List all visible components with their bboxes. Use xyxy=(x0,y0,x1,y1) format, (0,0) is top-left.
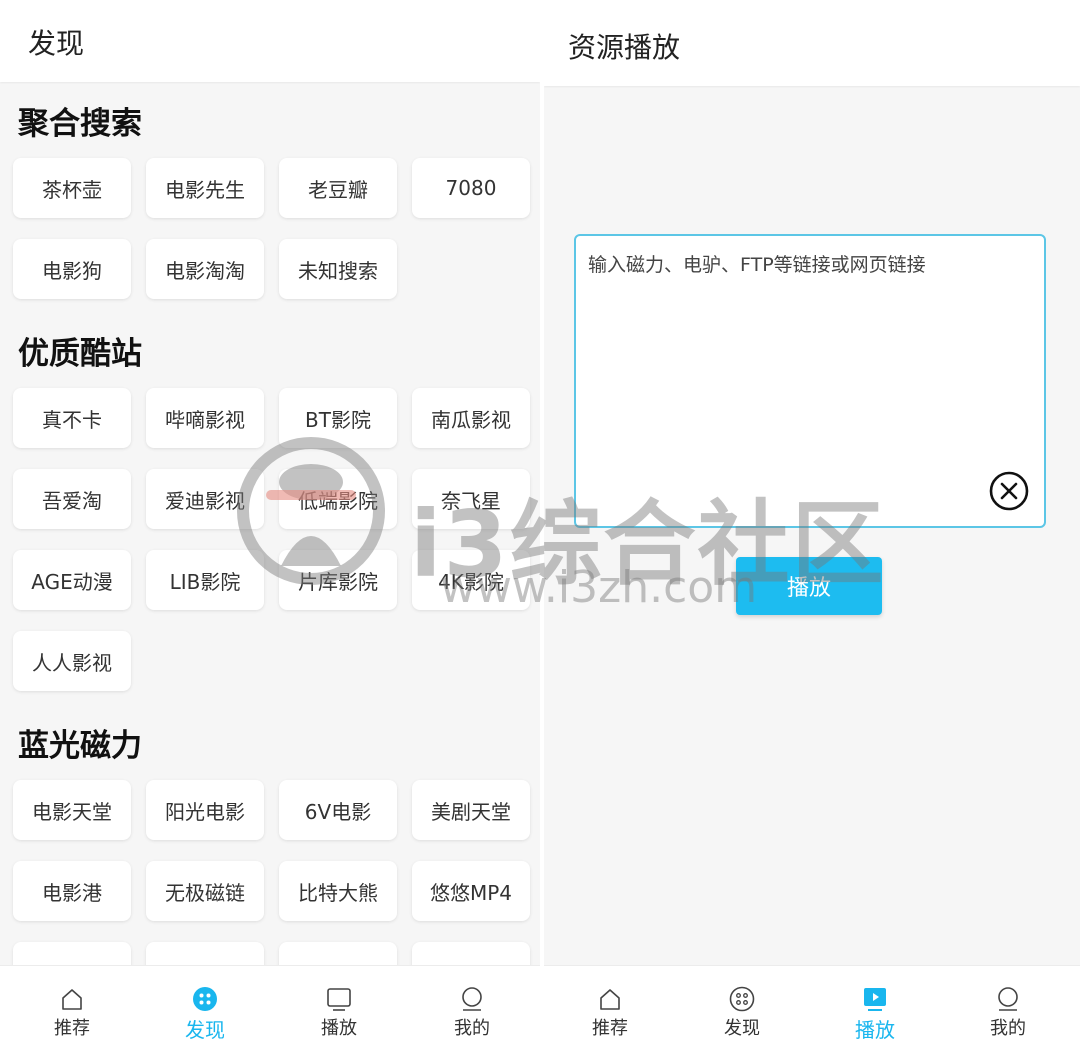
site-chip[interactable]: 4K影院 xyxy=(412,550,530,610)
site-chip[interactable]: 奈飞星 xyxy=(412,469,530,529)
play-button[interactable]: 播放 xyxy=(736,557,882,615)
site-chip[interactable]: 低端影院 xyxy=(279,469,397,529)
site-chip[interactable]: 哔嘀影视 xyxy=(146,388,264,448)
nav-item-play[interactable]: 播放 xyxy=(279,974,399,1046)
site-chip[interactable]: 电影先生 xyxy=(146,158,264,218)
page-title: 资源播放 xyxy=(568,31,681,64)
section-title-quality-sites: 优质酷站 xyxy=(18,336,142,372)
page-title: 发现 xyxy=(28,27,85,60)
clear-icon[interactable] xyxy=(988,470,1030,512)
site-chip[interactable]: 人人影视 xyxy=(13,631,131,691)
home-icon xyxy=(62,989,82,1010)
nav-label: 播放 xyxy=(855,1018,895,1042)
discover-screen: 发现 聚合搜索 茶杯壶 电影先生 老豆瓣 7080 电影狗 电影淘淘 未知搜索 … xyxy=(0,0,540,1051)
nav-item-play[interactable]: 播放 xyxy=(815,974,935,1046)
site-chip[interactable]: 吾爱淘 xyxy=(13,469,131,529)
profile-icon xyxy=(462,987,482,1011)
site-chip[interactable]: 老豆瓣 xyxy=(279,158,397,218)
nav-item-discover[interactable]: 发现 xyxy=(682,974,802,1046)
site-chip[interactable]: 7080 xyxy=(412,158,530,218)
nav-label: 我的 xyxy=(454,1018,490,1039)
nav-item-mine[interactable]: 我的 xyxy=(412,974,532,1046)
site-chip[interactable]: 未知搜索 xyxy=(279,239,397,299)
nav-label: 发现 xyxy=(724,1018,760,1039)
site-chip[interactable]: 阳光电影 xyxy=(146,780,264,840)
nav-item-recommend[interactable]: 推荐 xyxy=(550,974,670,1046)
section-title-bluray-magnet: 蓝光磁力 xyxy=(18,728,142,764)
nav-item-mine[interactable]: 我的 xyxy=(948,974,1068,1046)
site-chip[interactable]: 爱迪影视 xyxy=(146,469,264,529)
discover-header: 发现 xyxy=(0,0,540,82)
profile-icon xyxy=(998,987,1018,1011)
site-chip[interactable]: 电影天堂 xyxy=(13,780,131,840)
site-chip[interactable]: 电影狗 xyxy=(13,239,131,299)
section-title-aggregate-search: 聚合搜索 xyxy=(18,106,142,142)
nav-item-discover[interactable]: 发现 xyxy=(145,974,265,1046)
play-icon xyxy=(864,988,886,1011)
site-chip[interactable]: 茶杯壶 xyxy=(13,158,131,218)
link-input-placeholder: 输入磁力、电驴、FTP等链接或网页链接 xyxy=(588,254,926,276)
site-chip[interactable]: 电影淘淘 xyxy=(146,239,264,299)
bottom-nav: 推荐 发现 播放 我的 xyxy=(0,965,540,1051)
nav-label: 发现 xyxy=(185,1018,225,1042)
nav-item-recommend[interactable]: 推荐 xyxy=(12,974,132,1046)
site-chip[interactable]: 南瓜影视 xyxy=(412,388,530,448)
site-chip[interactable]: 美剧天堂 xyxy=(412,780,530,840)
site-chip[interactable]: 真不卡 xyxy=(13,388,131,448)
site-chip[interactable]: AGE动漫 xyxy=(13,550,131,610)
nav-label: 推荐 xyxy=(592,1018,628,1039)
nav-label: 我的 xyxy=(990,1018,1026,1039)
site-chip[interactable]: 无极磁链 xyxy=(146,861,264,921)
nav-label: 推荐 xyxy=(54,1018,90,1039)
bottom-nav: 推荐 发现 播放 我的 xyxy=(544,965,1080,1051)
discover-icon xyxy=(729,986,755,1012)
site-chip[interactable]: 比特大熊 xyxy=(279,861,397,921)
nav-label: 播放 xyxy=(321,1018,357,1039)
site-chip[interactable]: 片库影院 xyxy=(279,550,397,610)
link-input[interactable]: 输入磁力、电驴、FTP等链接或网页链接 xyxy=(574,234,1046,528)
resource-play-screen: 资源播放 输入磁力、电驴、FTP等链接或网页链接 播放 推荐 发现 播放 我的 xyxy=(544,0,1080,1051)
home-icon xyxy=(600,989,620,1010)
site-chip[interactable]: 电影港 xyxy=(13,861,131,921)
site-chip[interactable]: LIB影院 xyxy=(146,550,264,610)
play-icon xyxy=(327,988,351,1011)
site-chip[interactable]: BT影院 xyxy=(279,388,397,448)
site-chip[interactable]: 悠悠MP4 xyxy=(412,861,530,921)
site-chip[interactable]: 6V电影 xyxy=(279,780,397,840)
discover-icon xyxy=(193,987,217,1011)
resource-play-header: 资源播放 xyxy=(544,0,1080,86)
